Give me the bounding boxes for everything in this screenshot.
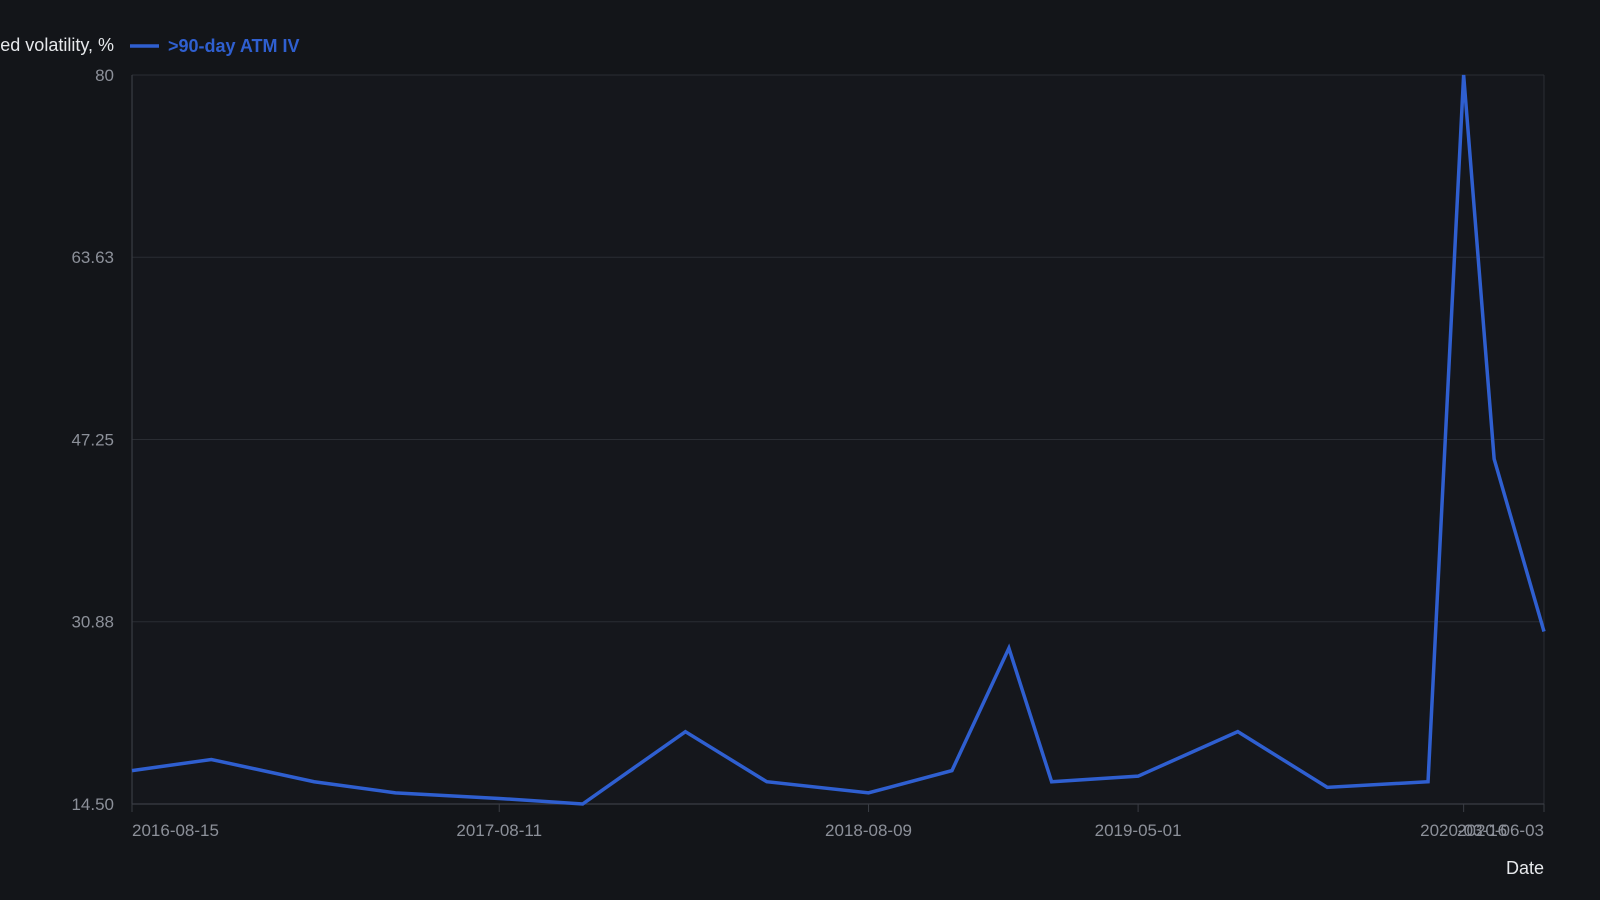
x-axis-title: Date xyxy=(1506,858,1544,878)
y-tick-label: 80 xyxy=(95,66,114,85)
y-tick-label: 47.25 xyxy=(71,431,114,450)
y-tick-label: 63.63 xyxy=(71,248,114,267)
chart-root: 14.50 30.88 47.25 63.63 80 2016-08-15 2017-08… xyxy=(0,0,1600,900)
x-tick-label: 2018-08-09 xyxy=(825,821,912,840)
x-tick-label: 2017-08-11 xyxy=(456,821,542,840)
x-tick-label: 2019-05-01 xyxy=(1095,821,1182,840)
legend-label[interactable]: >90-day ATM IV xyxy=(168,36,300,56)
x-tick-label: 2020-06-03 xyxy=(1457,821,1544,840)
y-tick-label: 14.50 xyxy=(71,795,114,814)
x-tick-label: 2016-08-15 xyxy=(132,821,219,840)
y-axis-title: Implied volatility, % xyxy=(0,35,114,55)
y-tick-label: 30.88 xyxy=(71,613,114,632)
